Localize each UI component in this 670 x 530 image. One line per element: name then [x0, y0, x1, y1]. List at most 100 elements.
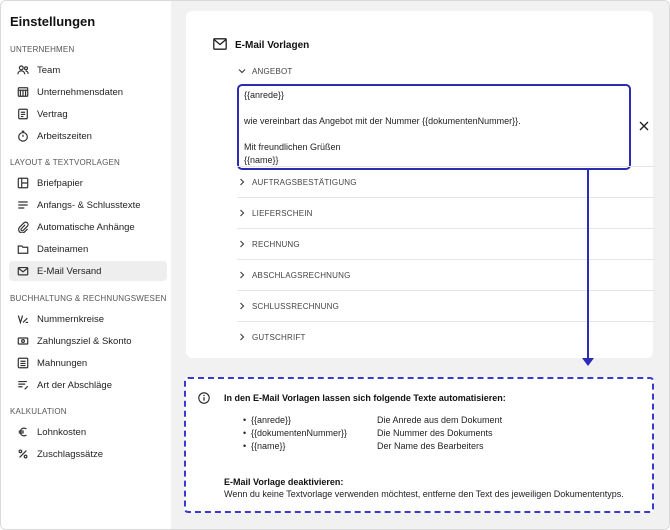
sidebar-item-label: Dateinamen: [37, 243, 89, 255]
sidebar-item-art-der-abschlaege[interactable]: Art der Abschläge: [9, 375, 167, 395]
accordion-rechnung[interactable]: RECHNUNG: [237, 228, 655, 259]
chevron-right-icon: [240, 333, 245, 341]
list-icon: [16, 356, 30, 370]
mail-icon: [213, 38, 227, 50]
sidebar-item-label: Lohnkosten: [37, 426, 87, 438]
chevron-right-icon: [240, 209, 245, 217]
sidebar-item-label: Nummernkreise: [37, 313, 105, 325]
mail-icon: [16, 264, 30, 278]
accordion-abschlagsrechnung[interactable]: ABSCHLAGSRECHNUNG: [237, 259, 655, 290]
bullet: •: [243, 441, 247, 451]
accordion-label: RECHNUNG: [252, 239, 300, 249]
close-icon[interactable]: [638, 120, 650, 132]
sidebar-item-label: Mahnungen: [37, 357, 88, 369]
section-label-buchhaltung: BUCHHALTUNG & RECHNUNGSWESEN: [10, 294, 167, 303]
accordion-gutschrift[interactable]: GUTSCHRIFT: [237, 321, 655, 352]
variable-name: {{dokumentenNummer}}: [251, 428, 348, 438]
chevron-right-icon: [240, 271, 245, 279]
sidebar-item-label: Zahlungsziel & Skonto: [37, 335, 132, 347]
sidebar: Einstellungen UNTERNEHMEN Team Unternehm…: [1, 1, 171, 529]
settings-window: Einstellungen UNTERNEHMEN Team Unternehm…: [0, 0, 670, 530]
variable-row: • {{name}} Der Name des Bearbeiters: [243, 441, 484, 451]
sidebar-item-email-versand[interactable]: E-Mail Versand: [9, 261, 167, 281]
variable-description: Die Anrede aus dem Dokument: [377, 415, 503, 425]
variable-description: Die Nummer des Dokuments: [377, 428, 493, 438]
document-icon: [16, 107, 30, 121]
layout-icon: [16, 176, 30, 190]
sidebar-item-nummernkreise[interactable]: Nummernkreise: [9, 309, 167, 329]
info-description: Wenn du keine Textvorlage verwenden möch…: [224, 489, 624, 499]
chevron-right-icon: [240, 302, 245, 310]
list-edit-icon: [16, 378, 30, 392]
accordion-auftragsbestaetigung[interactable]: AUFTRAGSBESTÄTIGUNG: [237, 166, 655, 197]
sidebar-item-automatische-anhaenge[interactable]: Automatische Anhänge: [9, 217, 167, 237]
variable-row: • {{dokumentenNummer}} Die Nummer des Do…: [243, 428, 493, 438]
sidebar-item-briefpapier[interactable]: Briefpapier: [9, 173, 167, 193]
sidebar-item-label: Team: [37, 64, 61, 76]
text-lines-icon: [16, 198, 30, 212]
accordion-lieferschein[interactable]: LIEFERSCHEIN: [237, 197, 655, 228]
cash-icon: [16, 334, 30, 348]
variable-name: {{name}}: [251, 441, 286, 451]
editor-line: Mit freundlichen Grüßen: [244, 142, 341, 152]
sidebar-item-label: E-Mail Versand: [37, 265, 102, 277]
chevron-down-icon: [238, 69, 246, 74]
accordion-label: ANGEBOT: [252, 66, 293, 76]
building-icon: [16, 85, 30, 99]
accordion-label: ABSCHLAGSRECHNUNG: [252, 270, 351, 280]
variable-row: • {{anrede}} Die Anrede aus dem Dokument: [243, 415, 502, 425]
sidebar-item-label: Arbeitszeiten: [37, 130, 92, 142]
accordion-label: AUFTRAGSBESTÄTIGUNG: [252, 177, 357, 187]
sidebar-item-team[interactable]: Team: [9, 60, 167, 80]
sidebar-item-anfangs-schlusstexte[interactable]: Anfangs- & Schlusstexte: [9, 195, 167, 215]
sidebar-item-zahlungsziel[interactable]: Zahlungsziel & Skonto: [9, 331, 167, 351]
sidebar-item-label: Vertrag: [37, 108, 68, 120]
accordion-schlussrechnung[interactable]: SCHLUSSRECHNUNG: [237, 290, 655, 321]
editor-line: {{anrede}}: [244, 90, 285, 100]
template-text-editor[interactable]: {{anrede}} wie vereinbart das Angebot mi…: [237, 84, 631, 170]
accordion-label: GUTSCHRIFT: [252, 332, 306, 342]
bullet: •: [243, 428, 247, 438]
team-icon: [16, 63, 30, 77]
variable-description: Der Name des Bearbeiters: [377, 441, 484, 451]
folder-icon: [16, 242, 30, 256]
sidebar-title: Einstellungen: [10, 14, 96, 29]
info-box: In den E-Mail Vorlagen lassen sich folge…: [184, 377, 654, 513]
info-subtitle: E-Mail Vorlage deaktivieren:: [224, 477, 344, 487]
annotation-arrow-head: [582, 358, 594, 366]
sidebar-item-label: Automatische Anhänge: [37, 221, 135, 233]
chevron-right-icon: [240, 240, 245, 248]
stopwatch-icon: [16, 129, 30, 143]
sidebar-item-unternehmensdaten[interactable]: Unternehmensdaten: [9, 82, 167, 102]
annotation-arrow-line: [587, 169, 589, 359]
card-title: E-Mail Vorlagen: [235, 40, 310, 51]
chevron-right-icon: [240, 178, 245, 186]
sidebar-item-zuschlagssaetze[interactable]: Zuschlagssätze: [9, 444, 167, 464]
sidebar-item-dateinamen[interactable]: Dateinamen: [9, 239, 167, 259]
accordion-label: LIEFERSCHEIN: [252, 208, 313, 218]
accordion-angebot-header[interactable]: ANGEBOT: [237, 66, 293, 76]
email-templates-card: E-Mail Vorlagen ANGEBOT {{anrede}} wie v…: [186, 11, 655, 358]
numbering-icon: [16, 312, 30, 326]
percent-icon: [16, 447, 30, 461]
variable-name: {{anrede}}: [251, 415, 292, 425]
sidebar-item-label: Art der Abschläge: [37, 379, 112, 391]
sidebar-item-label: Anfangs- & Schlusstexte: [37, 199, 141, 211]
sidebar-item-label: Unternehmensdaten: [37, 86, 124, 98]
paperclip-icon: [16, 220, 30, 234]
section-label-unternehmen: UNTERNEHMEN: [10, 45, 75, 54]
sidebar-item-mahnungen[interactable]: Mahnungen: [9, 353, 167, 373]
editor-line: wie vereinbart das Angebot mit der Numme…: [244, 116, 521, 126]
sidebar-item-label: Zuschlagssätze: [37, 448, 104, 460]
bullet: •: [243, 415, 247, 425]
sidebar-item-lohnkosten[interactable]: Lohnkosten: [9, 422, 167, 442]
sidebar-item-arbeitszeiten[interactable]: Arbeitszeiten: [9, 126, 167, 146]
main-content: E-Mail Vorlagen ANGEBOT {{anrede}} wie v…: [171, 1, 669, 529]
euro-icon: [16, 425, 30, 439]
sidebar-item-label: Briefpapier: [37, 177, 83, 189]
info-icon: [198, 392, 210, 404]
section-label-layout: LAYOUT & TEXTVORLAGEN: [10, 158, 121, 167]
sidebar-item-vertrag[interactable]: Vertrag: [9, 104, 167, 124]
